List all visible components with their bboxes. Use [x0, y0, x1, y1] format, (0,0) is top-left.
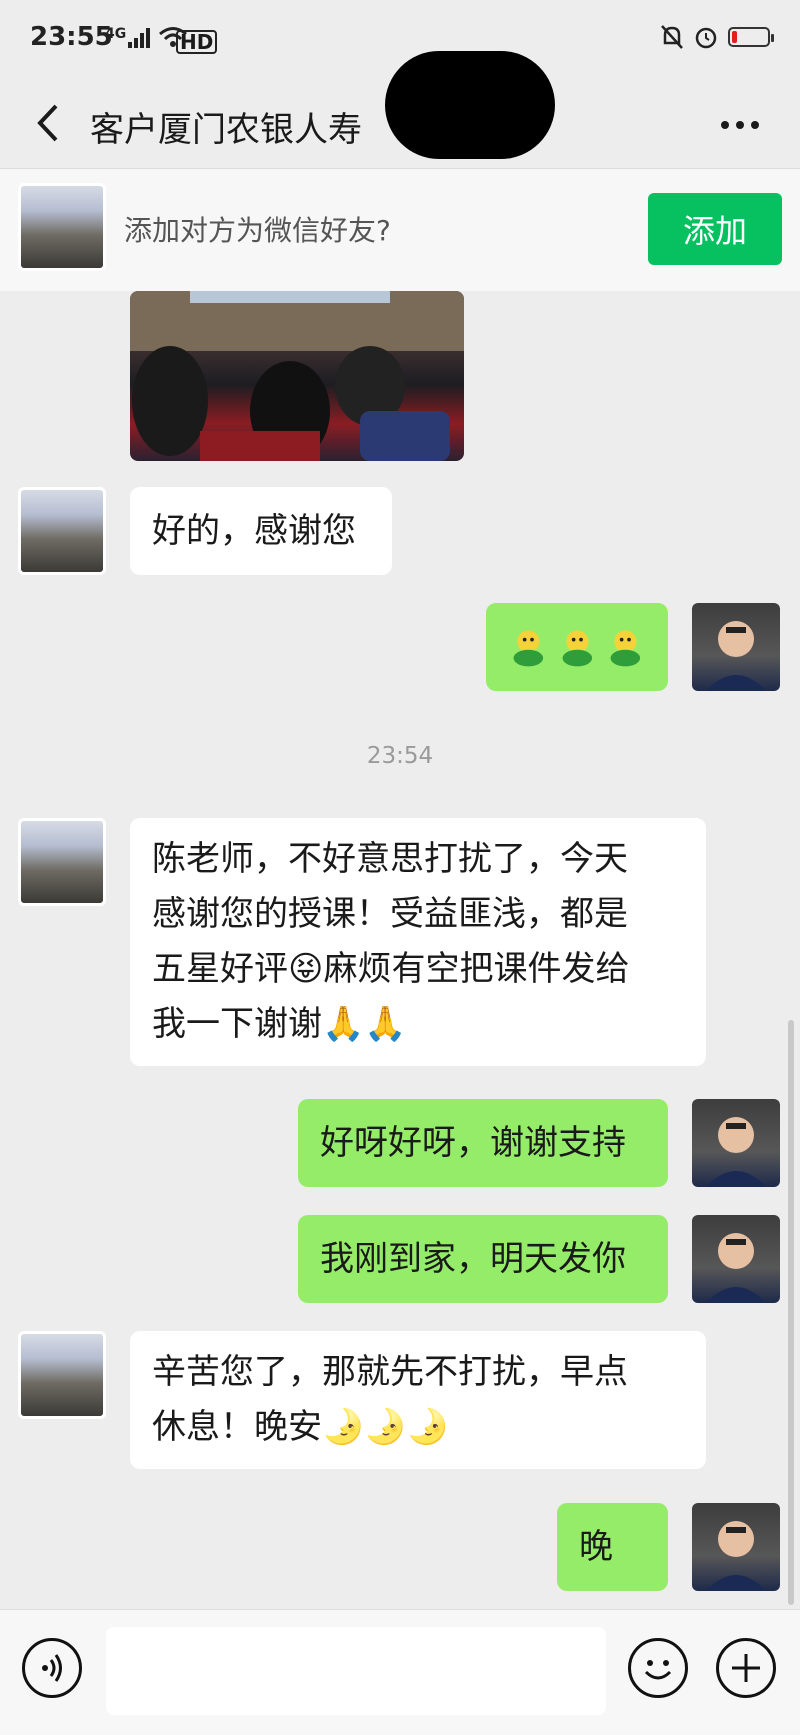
add-friend-button[interactable]: 添加 [648, 193, 782, 265]
signal-label: 4G [105, 26, 127, 42]
input-bar [0, 1609, 800, 1735]
message-bubble-outgoing[interactable] [486, 603, 668, 691]
message-bubble-incoming[interactable]: 陈老师，不好意思打扰了，今天 感谢您的授课！受益匪浅，都是 五星好评😝麻烦有空把… [130, 818, 706, 1066]
sprout-emoji-icon [513, 630, 544, 667]
emoji-icon[interactable] [628, 1638, 688, 1698]
scrollbar[interactable] [788, 1020, 794, 1605]
timestamp: 23:54 [366, 743, 434, 769]
hd-icon: HD [176, 30, 218, 54]
voice-icon[interactable] [22, 1638, 82, 1698]
message-bubble-incoming[interactable]: 好的，感谢您 [130, 487, 392, 575]
message-line: 辛苦您了，那就先不打扰，早点 [152, 1352, 628, 1392]
status-right [660, 24, 774, 50]
person-portrait-icon [706, 1117, 766, 1187]
photo-thumbnail [130, 291, 464, 461]
message-input[interactable] [106, 1627, 606, 1715]
alarm-icon [695, 27, 717, 49]
status-time: 23:55 [30, 22, 113, 52]
bell-muted-icon [661, 25, 683, 49]
add-friend-bar: 添加对方为微信好友? 添加 [0, 169, 800, 291]
plus-sign-icon [732, 1654, 760, 1682]
person-portrait-icon [706, 1521, 766, 1591]
message-bubble-outgoing[interactable]: 我刚到家，明天发你 [298, 1215, 668, 1303]
battery-icon [728, 27, 774, 47]
plus-icon[interactable] [716, 1638, 776, 1698]
my-avatar[interactable] [692, 1215, 780, 1303]
contact-avatar[interactable] [18, 1331, 106, 1419]
my-avatar[interactable] [692, 603, 780, 691]
smiley-face-icon [644, 1660, 672, 1680]
message-bubble-outgoing[interactable]: 好呀好呀，谢谢支持 [298, 1099, 668, 1187]
photo-message[interactable] [130, 291, 464, 461]
chat-history: 好的，感谢您 23:54 陈老师，不好意思打扰了，今天 感谢您的授课！受益匪浅，… [0, 291, 800, 1655]
message-line: 五星好评😝麻烦有空把课件发给 [152, 949, 630, 989]
add-friend-prompt: 添加对方为微信好友? [124, 214, 391, 247]
person-portrait-icon [706, 1233, 766, 1303]
message-line: 我一下谢谢🙏🙏 [152, 1004, 407, 1044]
person-portrait-icon [706, 621, 766, 691]
message-line: 感谢您的授课！受益匪浅，都是 [152, 894, 628, 934]
contact-avatar[interactable] [18, 183, 106, 271]
message-bubble-outgoing[interactable]: 晚安 [557, 1503, 668, 1655]
message-bubble-incoming[interactable]: 辛苦您了，那就先不打扰，早点 休息！晚安🌛🌛🌛 [130, 1331, 706, 1469]
signal-icon [128, 28, 150, 48]
message-line: 陈老师，不好意思打扰了，今天 [152, 839, 628, 879]
sprout-emoji-icon [562, 630, 592, 667]
more-dots-icon[interactable] [715, 105, 765, 145]
message-line: 休息！晚安🌛🌛🌛 [152, 1407, 450, 1447]
redaction-mark [385, 51, 555, 159]
chat-title: 客户厦门农银人寿 [90, 110, 362, 150]
contact-avatar[interactable] [18, 487, 106, 575]
back-chevron-icon[interactable] [28, 98, 68, 148]
voice-waves-icon [42, 1654, 62, 1682]
contact-avatar[interactable] [18, 818, 106, 906]
my-avatar[interactable] [692, 1503, 780, 1591]
sprout-emoji-icon [610, 630, 641, 667]
my-avatar[interactable] [692, 1099, 780, 1187]
